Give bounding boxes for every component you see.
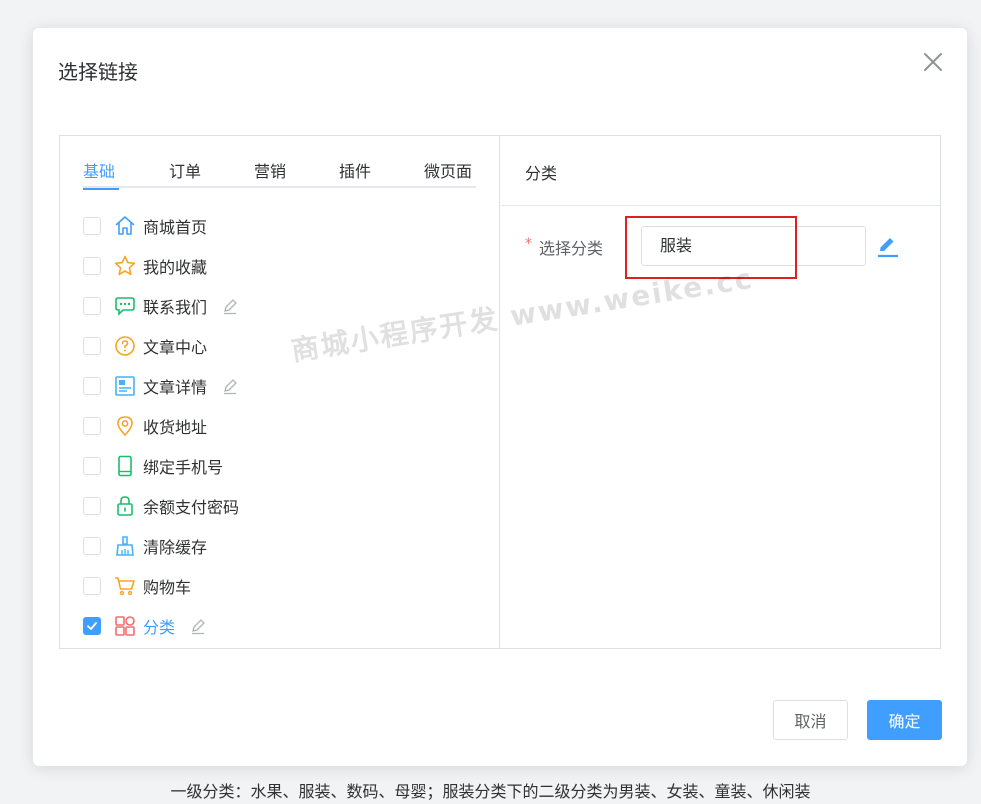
- edit-icon[interactable]: [221, 297, 239, 315]
- phone-icon: [113, 454, 137, 478]
- cancel-button[interactable]: 取消: [773, 700, 848, 740]
- category-icon: [113, 614, 137, 638]
- chat-icon: [113, 294, 137, 318]
- link-item-label: 收货地址: [143, 418, 208, 437]
- select-link-dialog: 选择链接 基础 订单 营销 插件 微页面 商城首页 我的收藏 联系我们 文章中心…: [33, 28, 967, 766]
- link-item-bind-phone[interactable]: 绑定手机号: [83, 446, 483, 486]
- config-title: 分类: [525, 164, 558, 183]
- link-item-label: 清除缓存: [143, 538, 208, 557]
- star-icon: [113, 254, 137, 278]
- article-icon: [113, 374, 137, 398]
- checkbox[interactable]: [83, 417, 101, 435]
- checkbox[interactable]: [83, 337, 101, 355]
- active-tab-indicator: [83, 188, 119, 190]
- checkbox[interactable]: [83, 497, 101, 515]
- link-item-contact[interactable]: 联系我们: [83, 286, 483, 326]
- link-item-payment-password[interactable]: 余额支付密码: [83, 486, 483, 526]
- home-icon: [113, 214, 137, 238]
- caption-text: 一级分类：水果、服装、数码、母婴；服装分类下的二级分类为男装、女装、童装、休闲装: [170, 782, 811, 801]
- link-config-panel: 分类 * 选择分类 服装: [501, 136, 940, 648]
- tab-label: 基础: [83, 162, 116, 181]
- link-item-home[interactable]: 商城首页: [83, 206, 483, 246]
- close-icon[interactable]: [921, 50, 945, 74]
- link-item-address[interactable]: 收货地址: [83, 406, 483, 446]
- location-icon: [113, 414, 137, 438]
- link-item-label: 购物车: [143, 578, 192, 597]
- required-mark: *: [525, 236, 532, 252]
- checkbox[interactable]: [83, 217, 101, 235]
- link-item-label: 联系我们: [143, 298, 208, 317]
- checkbox-checked[interactable]: [83, 617, 101, 635]
- category-input[interactable]: 服装: [641, 226, 866, 266]
- checkbox[interactable]: [83, 457, 101, 475]
- link-list-panel: 基础 订单 营销 插件 微页面 商城首页 我的收藏 联系我们 文章中心 文章详情…: [60, 136, 500, 648]
- checkbox[interactable]: [83, 297, 101, 315]
- link-item-category[interactable]: 分类: [83, 606, 483, 646]
- link-item-label: 文章中心: [143, 338, 208, 357]
- link-item-article-detail[interactable]: 文章详情: [83, 366, 483, 406]
- cart-icon: [113, 574, 137, 598]
- pencil-icon[interactable]: [875, 234, 901, 260]
- config-header: 分类: [501, 136, 940, 206]
- edit-icon[interactable]: [189, 617, 207, 635]
- checkbox[interactable]: [83, 537, 101, 555]
- link-item-clear-cache[interactable]: 清除缓存: [83, 526, 483, 566]
- category-form-row: * 选择分类 服装: [525, 216, 925, 279]
- link-item-label: 余额支付密码: [143, 498, 240, 517]
- link-item-cart[interactable]: 购物车: [83, 566, 483, 606]
- link-item-label: 分类: [143, 618, 176, 637]
- lock-icon: [113, 494, 137, 518]
- link-item-label: 文章详情: [143, 378, 208, 397]
- tab-marketing[interactable]: 营销: [254, 160, 286, 188]
- link-selector-panel: 基础 订单 营销 插件 微页面 商城首页 我的收藏 联系我们 文章中心 文章详情…: [59, 135, 941, 649]
- link-item-article-center[interactable]: 文章中心: [83, 326, 483, 366]
- link-item-label: 我的收藏: [143, 258, 208, 277]
- link-item-label: 商城首页: [143, 218, 208, 237]
- check-icon: [87, 622, 97, 630]
- tab-plugin[interactable]: 插件: [339, 160, 371, 188]
- dialog-title: 选择链接: [58, 60, 138, 84]
- link-list: 商城首页 我的收藏 联系我们 文章中心 文章详情 收货地址 绑定手机号 余额支付…: [83, 206, 483, 646]
- link-type-tabs: 基础 订单 营销 插件 微页面: [83, 160, 476, 190]
- question-icon: [113, 334, 137, 358]
- broom-icon: [113, 534, 137, 558]
- tab-micro-page[interactable]: 微页面: [424, 160, 472, 188]
- checkbox[interactable]: [83, 257, 101, 275]
- link-item-favorites[interactable]: 我的收藏: [83, 246, 483, 286]
- edit-icon[interactable]: [221, 377, 239, 395]
- checkbox[interactable]: [83, 577, 101, 595]
- tab-basic[interactable]: 基础: [83, 160, 119, 190]
- category-field-label: 选择分类: [539, 239, 604, 258]
- checkbox[interactable]: [83, 377, 101, 395]
- confirm-button[interactable]: 确定: [867, 700, 942, 740]
- link-item-label: 绑定手机号: [143, 458, 224, 477]
- tab-order[interactable]: 订单: [169, 160, 201, 188]
